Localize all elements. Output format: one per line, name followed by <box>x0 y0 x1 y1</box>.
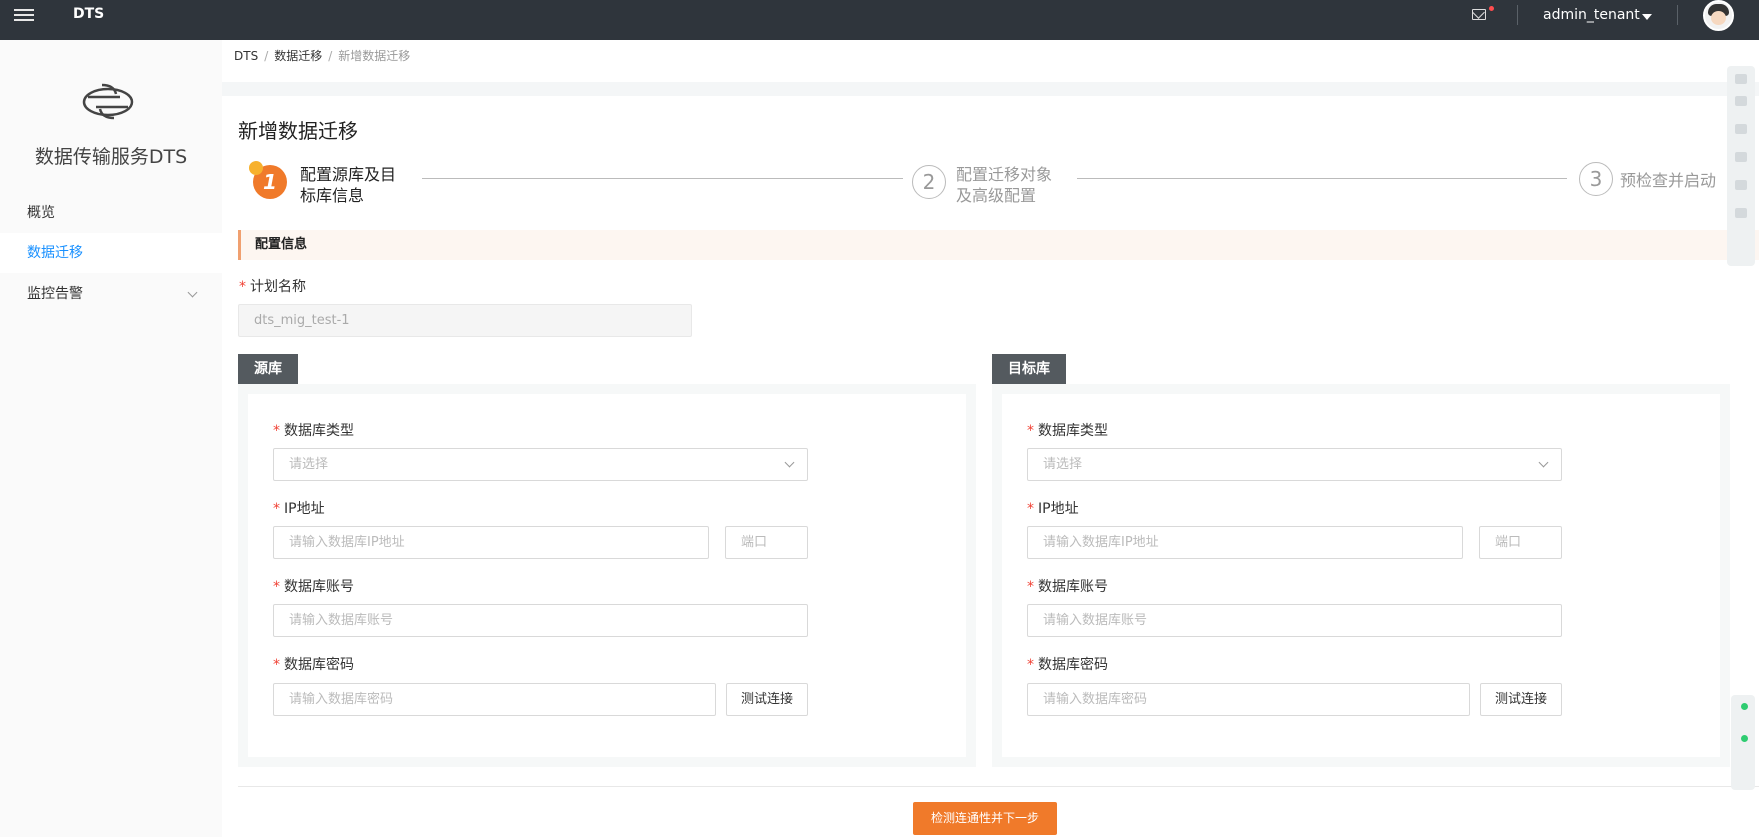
toolbar-icon[interactable] <box>1735 208 1747 218</box>
top-bar: DTS admin_tenant <box>0 0 1759 40</box>
topbar-divider <box>1677 5 1678 25</box>
chevron-down-icon <box>784 457 795 468</box>
source-db-tag: 源库 <box>238 354 298 384</box>
menu-icon[interactable] <box>14 6 34 24</box>
source-password-input[interactable]: 请输入数据库密码 <box>273 683 716 716</box>
toolbar-icon[interactable] <box>1735 96 1747 106</box>
source-db-type-label: * 数据库类型 <box>273 423 354 439</box>
brand-name: DTS <box>73 6 105 22</box>
toolbar-icon[interactable] <box>1735 152 1747 162</box>
source-account-input[interactable]: 请输入数据库账号 <box>273 604 808 637</box>
target-db-type-label: * 数据库类型 <box>1027 423 1108 439</box>
breadcrumb-item-current: 新增数据迁移 <box>338 49 411 63</box>
toolbar-icon[interactable] <box>1735 180 1747 190</box>
source-ip-input[interactable]: 请输入数据库IP地址 <box>273 526 709 559</box>
source-password-label: * 数据库密码 <box>273 657 354 673</box>
target-ip-input[interactable]: 请输入数据库IP地址 <box>1027 526 1463 559</box>
plan-name-label: * 计划名称 <box>239 279 306 295</box>
chevron-down-icon <box>1538 457 1549 468</box>
username[interactable]: admin_tenant <box>1543 7 1640 23</box>
sidebar-item-overview[interactable]: 概览 <box>0 193 222 233</box>
toolbar-icon[interactable] <box>1735 124 1747 134</box>
status-dot <box>1741 735 1748 742</box>
step-connector <box>1077 178 1567 179</box>
dts-logo-icon <box>82 83 134 120</box>
content-band <box>222 82 1759 96</box>
page-title: 新增数据迁移 <box>238 119 358 143</box>
mail-icon[interactable] <box>1472 9 1486 20</box>
target-ip-label: * IP地址 <box>1027 501 1079 517</box>
sidebar-title: 数据传输服务DTS <box>34 146 188 168</box>
target-account-input[interactable]: 请输入数据库账号 <box>1027 604 1562 637</box>
chevron-down-icon <box>187 287 198 298</box>
sidebar-item-monitoring[interactable]: 监控告警 <box>0 274 222 314</box>
status-dot <box>1741 703 1748 710</box>
floating-toolbar[interactable] <box>1727 66 1755 266</box>
target-test-connection-button[interactable]: 测试连接 <box>1480 683 1562 716</box>
source-ip-label: * IP地址 <box>273 501 325 517</box>
target-password-input[interactable]: 请输入数据库密码 <box>1027 683 1470 716</box>
sidebar: 数据传输服务DTS 概览 数据迁移 监控告警 <box>0 40 222 837</box>
notification-dot <box>1489 6 1494 11</box>
step-connector <box>422 178 903 179</box>
sidebar-item-label: 监控告警 <box>27 286 83 302</box>
footer-divider <box>238 786 1759 787</box>
source-account-label: * 数据库账号 <box>273 579 354 595</box>
target-db-type-select[interactable]: 请选择 <box>1027 448 1562 481</box>
target-port-input[interactable]: 端口 <box>1479 526 1562 559</box>
target-db-tag: 目标库 <box>992 354 1066 384</box>
topbar-divider <box>1517 5 1518 25</box>
target-account-label: * 数据库账号 <box>1027 579 1108 595</box>
step-1-label: 配置源库及目 标库信息 <box>300 165 397 205</box>
source-test-connection-button[interactable]: 测试连接 <box>726 683 808 716</box>
toolbar-icon[interactable] <box>1735 74 1747 84</box>
target-password-label: * 数据库密码 <box>1027 657 1108 673</box>
step-1-number: 1 <box>249 161 287 199</box>
section-header: 配置信息 <box>238 230 1759 260</box>
status-panel <box>1731 695 1755 790</box>
caret-down-icon[interactable] <box>1642 14 1652 20</box>
avatar[interactable] <box>1703 0 1734 31</box>
breadcrumb: DTS / 数据迁移 / 新增数据迁移 <box>234 49 411 63</box>
check-and-next-button[interactable]: 检测连通性并下一步 <box>913 802 1057 835</box>
source-port-input[interactable]: 端口 <box>725 526 808 559</box>
step-3-number: 3 <box>1579 162 1613 196</box>
plan-name-input: dts_mig_test-1 <box>238 304 692 337</box>
step-2-number: 2 <box>912 165 946 199</box>
breadcrumb-item-dts[interactable]: DTS <box>234 49 258 63</box>
step-2-label: 配置迁移对象 及高级配置 <box>956 165 1053 205</box>
sidebar-item-data-migration[interactable]: 数据迁移 <box>0 233 222 273</box>
breadcrumb-item-migration[interactable]: 数据迁移 <box>274 49 322 63</box>
step-3-label: 预检查并启动 <box>1620 171 1717 190</box>
source-db-type-select[interactable]: 请选择 <box>273 448 808 481</box>
